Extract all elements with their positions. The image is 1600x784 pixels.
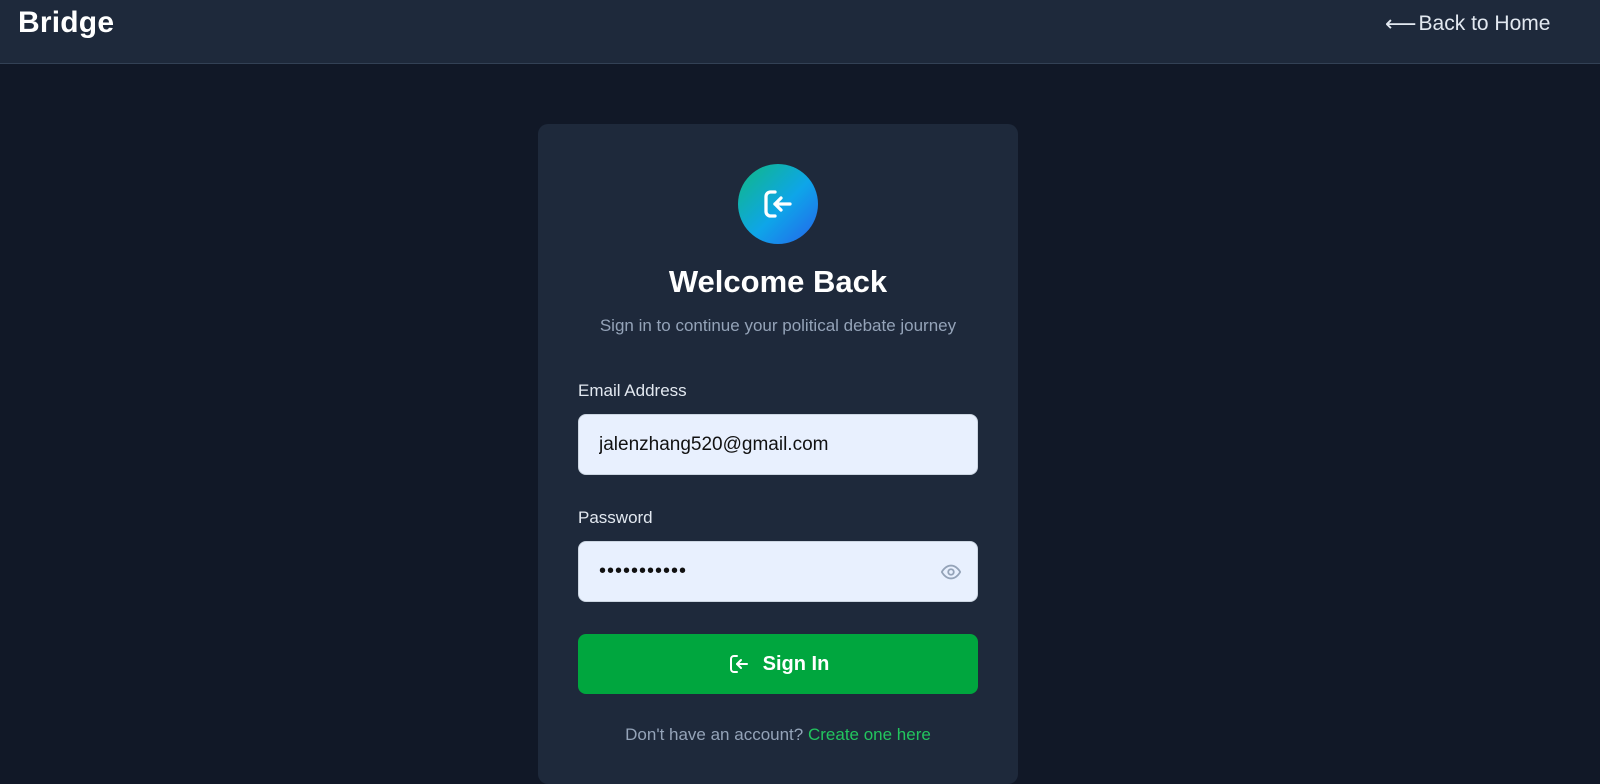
- login-icon: [729, 655, 748, 673]
- page-subtitle: Sign in to continue your political debat…: [599, 316, 957, 335]
- email-field-wrapper: [578, 414, 978, 475]
- password-field[interactable]: [579, 542, 977, 601]
- email-label: Email Address: [578, 381, 687, 400]
- sign-in-button[interactable]: Sign In: [578, 634, 978, 694]
- create-account-link[interactable]: Create one here: [808, 725, 931, 744]
- brand-logo-text[interactable]: Bridge: [18, 6, 114, 40]
- login-icon: [764, 190, 792, 218]
- sign-in-label: Sign In: [762, 652, 830, 675]
- eye-icon: [940, 564, 962, 580]
- left-arrow-icon: ⟵: [1385, 11, 1417, 36]
- password-label: Password: [578, 508, 653, 527]
- show-password-toggle[interactable]: [939, 561, 963, 583]
- login-card: Welcome Back Sign in to continue your po…: [538, 124, 1018, 784]
- page-title: Welcome Back: [668, 264, 888, 299]
- back-to-home-label: Back to Home: [1418, 12, 1551, 35]
- login-badge: [738, 164, 818, 244]
- password-field-wrapper: [578, 541, 978, 602]
- signup-prompt: Don't have an account? Create one here: [538, 725, 1018, 745]
- email-field[interactable]: [579, 415, 977, 474]
- signup-prompt-text: Don't have an account?: [625, 725, 804, 744]
- top-navbar: Bridge ⟵ Back to Home: [0, 0, 1600, 64]
- back-to-home-link[interactable]: ⟵ Back to Home: [1385, 11, 1550, 37]
